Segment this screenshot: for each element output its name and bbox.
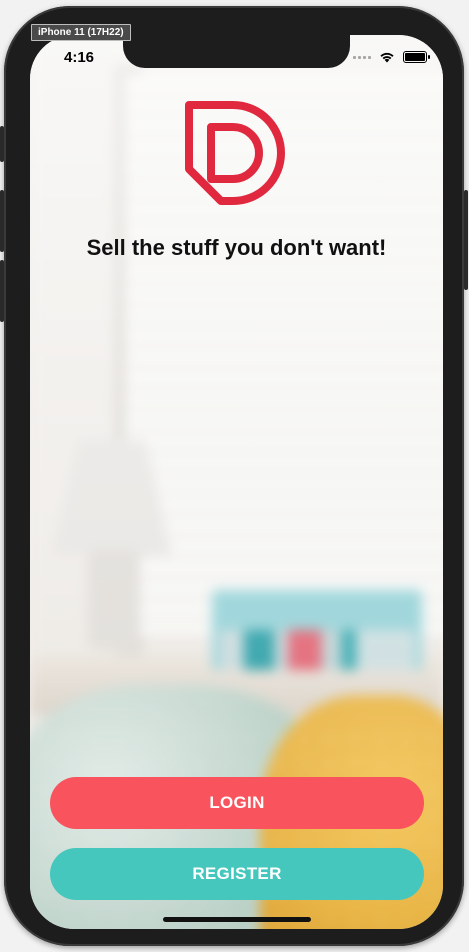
power-button bbox=[464, 190, 468, 290]
brand-d-logo-icon bbox=[185, 101, 285, 205]
iphone-frame: 4:16 Sell the stuff you don't want! LOGI… bbox=[0, 6, 468, 946]
signal-icon bbox=[353, 55, 371, 59]
status-icons bbox=[353, 51, 430, 63]
home-indicator bbox=[163, 917, 311, 922]
status-time: 4:16 bbox=[64, 49, 95, 66]
register-button[interactable]: REGISTER bbox=[50, 848, 424, 900]
simulator-label: iPhone 11 (17H22) bbox=[31, 24, 131, 41]
notch bbox=[123, 35, 350, 68]
wifi-icon bbox=[380, 52, 394, 63]
volume-up-button bbox=[0, 190, 4, 252]
app-screen: 4:16 Sell the stuff you don't want! LOGI… bbox=[30, 35, 443, 929]
silent-switch bbox=[0, 126, 4, 162]
tagline: Sell the stuff you don't want! bbox=[86, 235, 387, 260]
volume-down-button bbox=[0, 260, 4, 322]
battery-icon bbox=[403, 51, 430, 63]
login-button[interactable]: LOGIN bbox=[50, 777, 424, 829]
